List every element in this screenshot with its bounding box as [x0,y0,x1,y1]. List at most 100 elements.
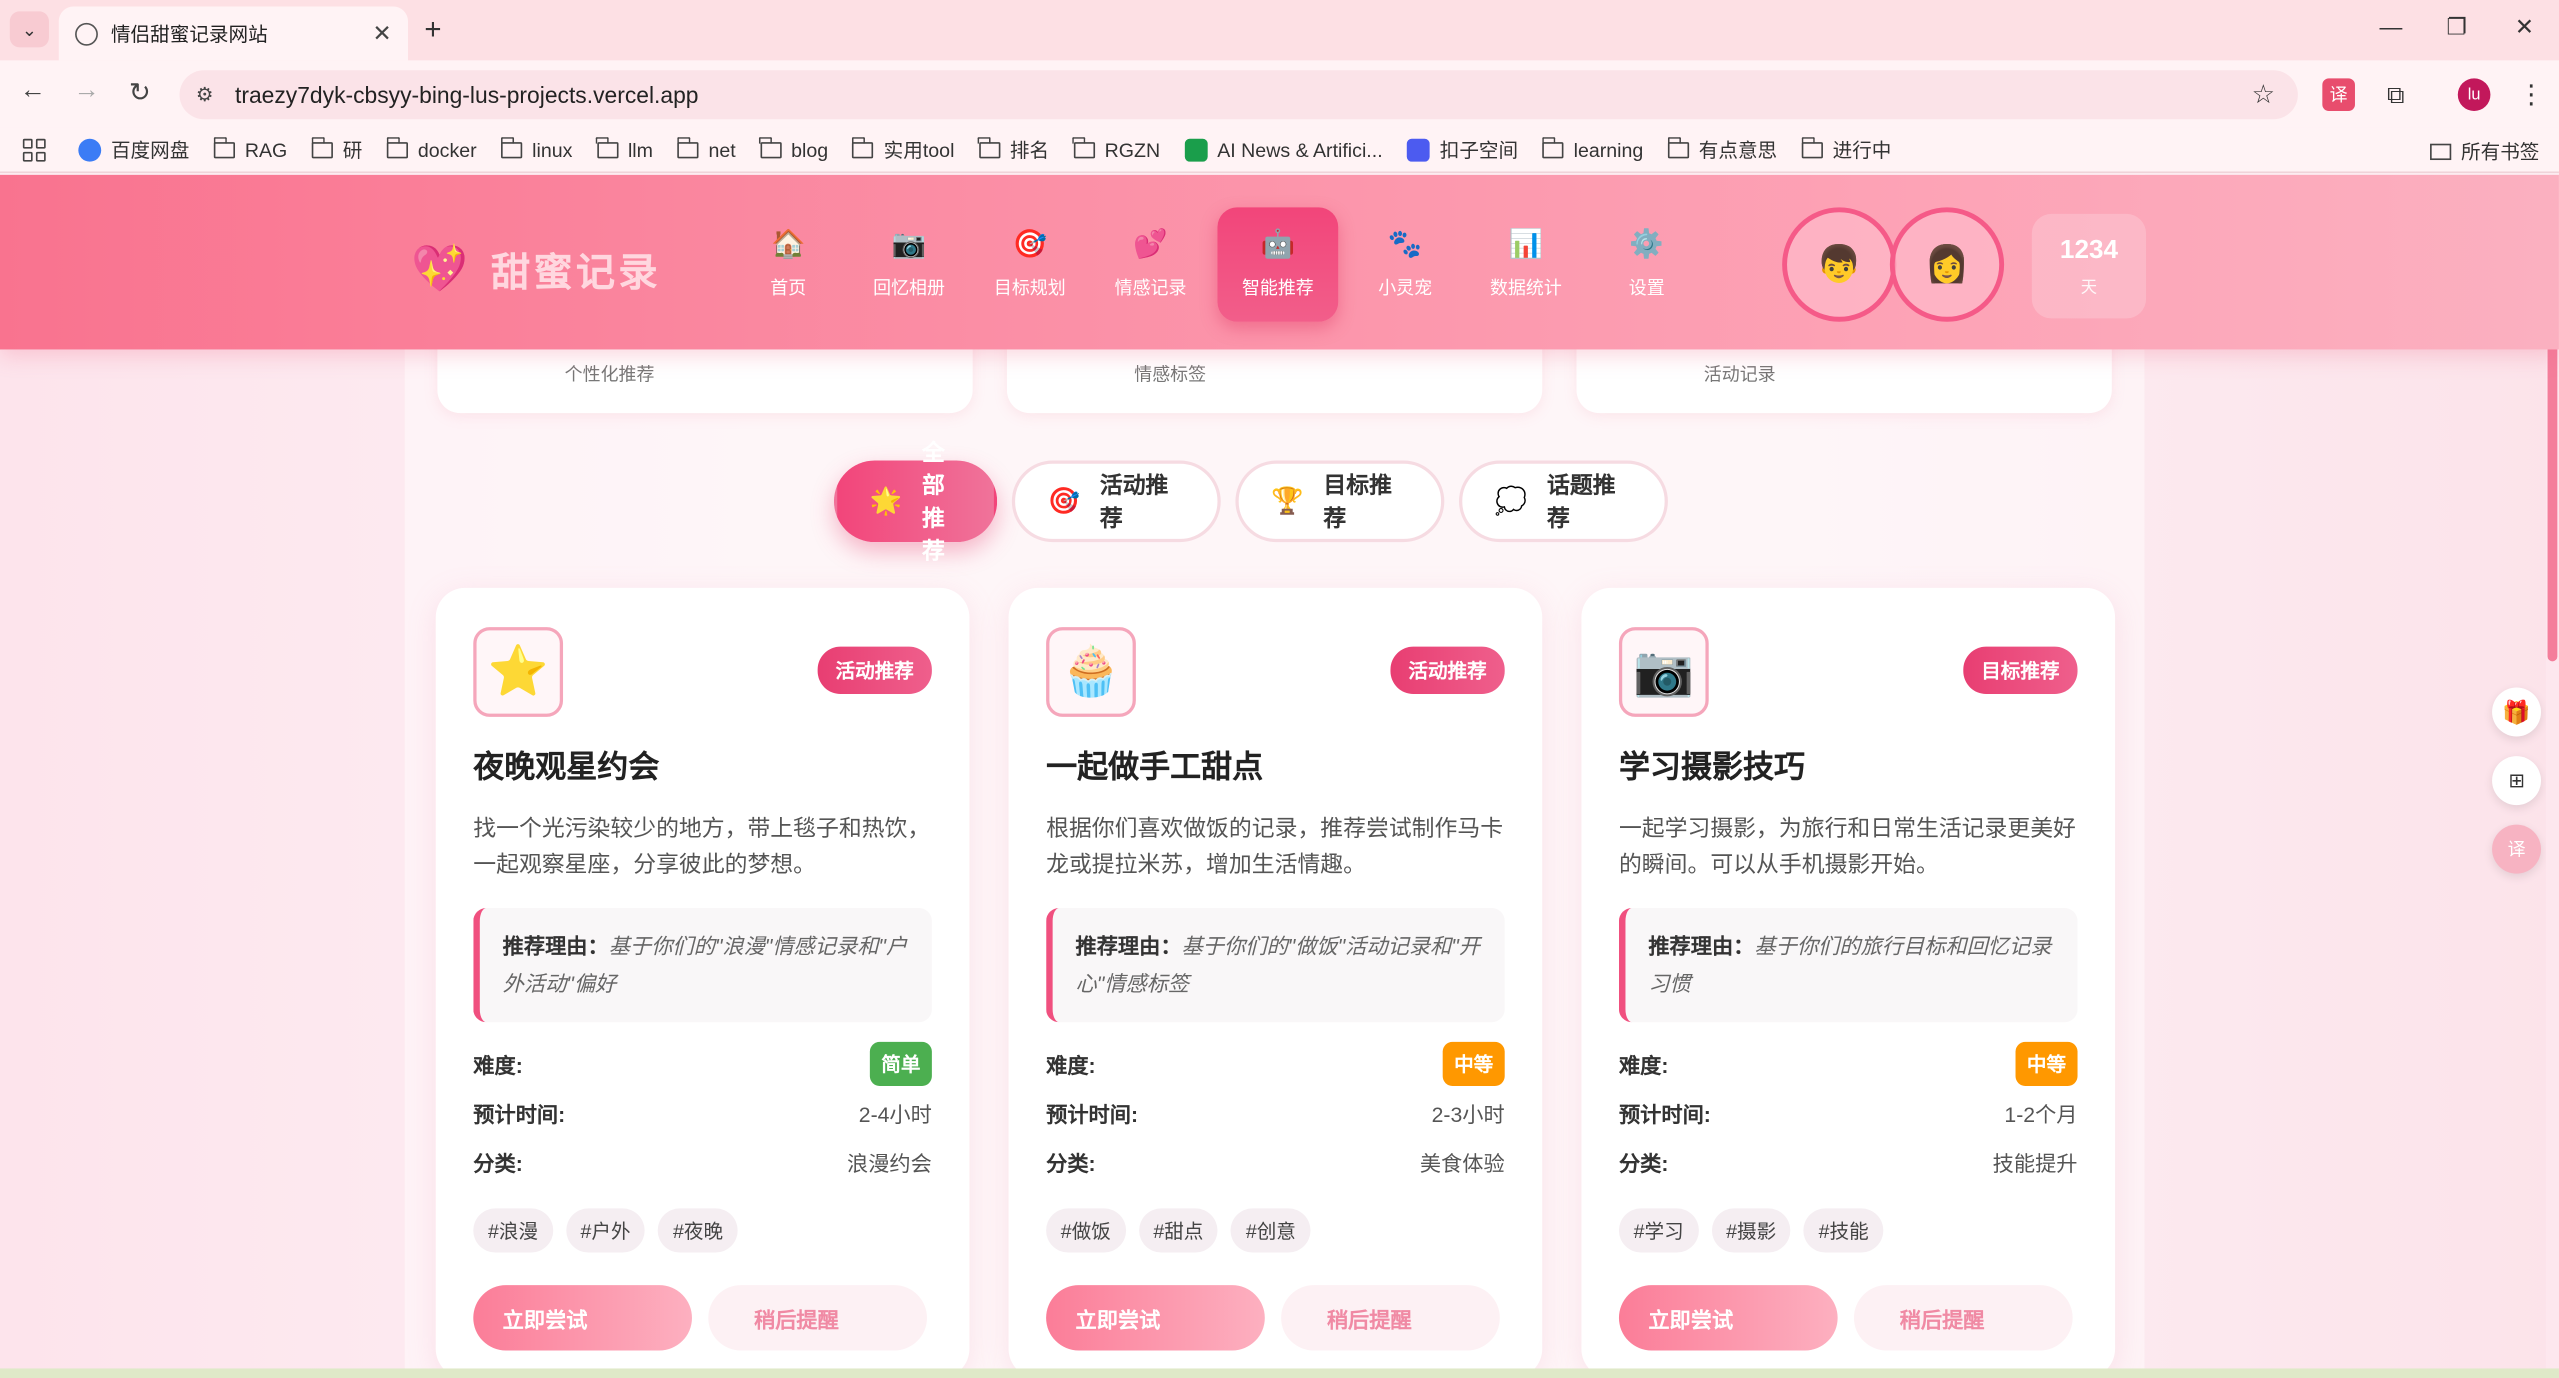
bookmark-folder[interactable]: linux [500,136,572,161]
difficulty-badge: 中等 [2015,1041,2078,1086]
bookmark-folder[interactable]: 实用tool [852,136,954,164]
bookmark-item[interactable]: AI News & Artifici... [1184,137,1383,161]
profile-avatar[interactable]: lu [2457,78,2491,112]
restore-icon[interactable]: ❐ [2446,13,2467,41]
bookmark-folder[interactable]: llm [596,136,653,161]
nav-emotion[interactable]: 💕 情感记录 [1097,207,1205,321]
tag-list: #做饭 #甜点 #创意 [1046,1208,1505,1253]
bookmark-folder[interactable]: RGZN [1072,136,1160,161]
page-scrollbar[interactable] [2545,174,2559,1378]
tag[interactable]: #户外 [565,1208,646,1253]
difficulty-row: 难度: 中等 [1046,1039,1505,1088]
baidu-pan-icon [78,137,102,161]
try-now-button[interactable]: 立即尝试 [1618,1285,1838,1351]
browser-menu-icon[interactable]: ⋮ [2518,78,2544,111]
translate-extension-icon[interactable]: 译 [2322,78,2355,112]
tag-list: #浪漫 #户外 #夜晚 [473,1208,932,1253]
folder-icon [1072,136,1095,158]
site-logo[interactable]: 💖 甜蜜记录 [411,240,660,297]
days-together-counter: 1234 天 [2031,213,2147,319]
tab-search-chevron-icon[interactable]: ⌄ [9,11,49,48]
filter-goal[interactable]: 🏆 目标推荐 [1235,460,1445,543]
category-badge: 活动推荐 [1390,646,1505,695]
tag[interactable]: #甜点 [1138,1208,1219,1253]
hearts-icon: 💕 [1133,228,1168,260]
filter-all[interactable]: 🌟 全部推荐 [833,439,998,563]
folder-icon [676,136,699,158]
close-window-icon[interactable]: ✕ [2515,13,2534,41]
new-tab-icon[interactable]: + [424,13,441,47]
bookmark-folder[interactable]: 排名 [978,136,1049,164]
folder-icon [1800,136,1823,158]
gift-icon[interactable]: 🎁 [2492,687,2542,737]
remind-later-button[interactable]: 稍后提醒 [708,1285,927,1351]
nav-goals[interactable]: 🎯 目标规划 [976,207,1084,321]
add-app-icon[interactable]: ⊞ [2492,756,2542,806]
extensions-puzzle-icon[interactable]: ⧉ [2379,78,2412,111]
time-row: 预计时间: 2-3小时 [1046,1101,1505,1126]
browser-tab[interactable]: 情侣甜蜜记录网站 ✕ [58,6,408,61]
apps-grid-icon[interactable] [22,137,46,161]
all-bookmarks[interactable]: 所有书签 [2430,137,2539,165]
bottom-strip [0,1368,2559,1378]
kouzi-space-icon [1407,137,1430,161]
nav-pet[interactable]: 🐾 小灵宠 [1351,207,1459,321]
bookmark-star-icon[interactable]: ☆ [2252,78,2275,111]
tag[interactable]: #夜晚 [658,1208,738,1253]
speech-bubble-icon: 💭 [1494,488,1528,517]
bookmark-item[interactable]: 百度网盘 [78,136,189,164]
nav-stats[interactable]: 📊 数据统计 [1472,207,1580,321]
page-content: 个性化推荐 情感标签 活动记录 💖 甜蜜记录 🏠 首页 📷 回忆相册 🎯 目标规划 💕… [0,174,2559,1378]
card-title: 夜晚观星约会 [473,751,660,786]
folder-icon [1541,136,1564,158]
folder-icon [596,136,619,158]
nav-home[interactable]: 🏠 首页 [734,207,842,321]
bookmark-item[interactable]: 扣子空间 [1407,136,1518,164]
bookmark-folder[interactable]: RAG [213,136,287,161]
folder-icon [213,136,236,158]
close-tab-icon[interactable]: ✕ [373,20,392,48]
remind-later-button[interactable]: 稍后提醒 [1853,1285,2073,1351]
difficulty-row: 难度: 简单 [473,1039,932,1088]
nav-recommend[interactable]: 🤖 智能推荐 [1217,207,1339,322]
camera-flash-icon: 📷 [1618,627,1709,717]
folder-icon [500,136,523,158]
category-row: 分类: 美食体验 [1046,1150,1505,1175]
try-now-button[interactable]: 立即尝试 [1046,1285,1265,1351]
ai-news-icon [1184,137,1208,161]
partner-avatar-female[interactable]: 👩 [1889,207,2005,322]
site-info-icon[interactable]: ⚙ [196,83,219,106]
folder-icon [978,136,1001,158]
try-now-button[interactable]: 立即尝试 [473,1285,692,1351]
filter-activity[interactable]: 🎯 活动推荐 [1011,460,1221,543]
nav-album[interactable]: 📷 回忆相册 [855,207,963,321]
card-description: 根据你们喜欢做饭的记录，推荐尝试制作马卡龙或提拉米苏，增加生活情趣。 [1046,814,1504,877]
filter-topic[interactable]: 💭 话题推荐 [1459,460,1668,543]
recommend-reason: 推荐理由：基于你们的"做饭"活动记录和"开心"情感标签 [1046,907,1505,1023]
nav-settings[interactable]: ⚙️ 设置 [1593,207,1701,321]
bookmark-folder[interactable]: net [676,136,736,161]
bookmark-folder[interactable]: 进行中 [1800,136,1891,164]
bookmark-folder[interactable]: docker [386,136,477,161]
remind-later-button[interactable]: 稍后提醒 [1281,1285,1500,1351]
partner-avatar-male[interactable]: 👦 [1782,207,1897,322]
bookmark-folder[interactable]: learning [1541,136,1643,161]
forward-icon[interactable]: → [73,77,99,106]
tag[interactable]: #浪漫 [473,1208,553,1253]
reload-icon[interactable]: ↻ [129,77,151,110]
card-title: 一起做手工甜点 [1046,751,1264,786]
bookmark-folder[interactable]: blog [759,136,828,161]
translate-float-icon[interactable]: 译 [2492,824,2542,874]
back-icon[interactable]: ← [20,77,46,106]
minimize-icon[interactable]: — [2379,13,2402,39]
tag[interactable]: #学习 [1618,1208,1699,1253]
category-badge: 活动推荐 [817,646,932,695]
tag[interactable]: #技能 [1803,1208,1884,1253]
time-row: 预计时间: 2-4小时 [473,1101,932,1126]
url-bar[interactable]: ⚙ traezy7dyk-cbsyy-bing-lus-projects.ver… [179,70,2298,120]
tag[interactable]: #摄影 [1711,1208,1791,1253]
tag[interactable]: #做饭 [1046,1208,1126,1253]
bookmark-folder[interactable]: 有点意思 [1667,136,1777,164]
tag[interactable]: #创意 [1231,1208,1311,1253]
bookmark-folder[interactable]: 研 [311,136,362,164]
